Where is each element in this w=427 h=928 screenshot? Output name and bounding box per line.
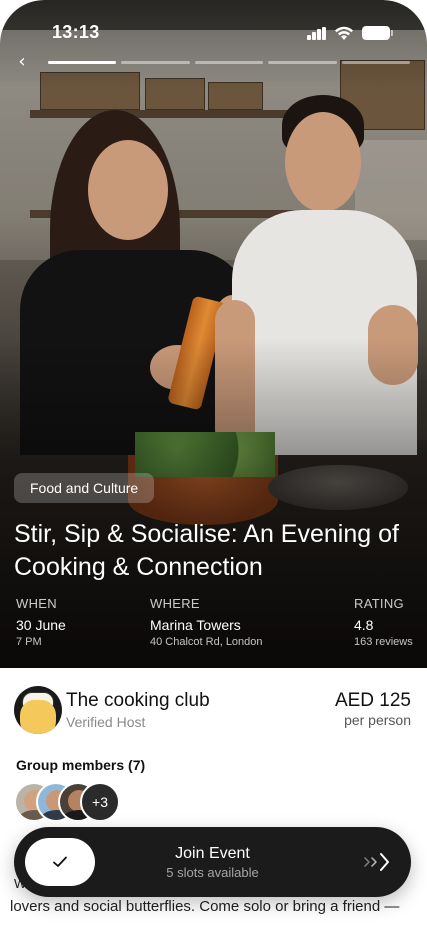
back-chevron-icon[interactable]: ‹	[12, 50, 32, 74]
rating-block[interactable]: RATING 4.8 163 reviews	[354, 596, 413, 648]
status-bar: 13:13	[0, 20, 427, 48]
rating-reviews: 163 reviews	[354, 636, 413, 648]
battery-icon	[362, 26, 393, 40]
host-avatar[interactable]	[14, 686, 62, 734]
when-time: 7 PM	[16, 636, 42, 648]
host-name[interactable]: The cooking club	[66, 690, 210, 712]
where-address: 40 Chalcot Rd, London	[150, 636, 263, 648]
event-description: lovers and social butterflies. Come solo…	[10, 898, 400, 915]
more-members-count[interactable]: +3	[80, 782, 120, 822]
double-chevron-right-icon	[364, 853, 389, 871]
price-unit: per person	[344, 712, 411, 728]
wifi-icon	[334, 25, 354, 41]
join-event-label: Join Event	[175, 845, 250, 862]
rating-label: RATING	[354, 596, 404, 611]
join-event-slider[interactable]: Join Event 5 slots available	[14, 827, 411, 897]
when-block: WHEN 30 June 7 PM	[16, 596, 66, 648]
when-value: 30 June	[16, 617, 66, 633]
signal-icon	[307, 27, 327, 40]
phone-screen: 13:13 ‹ Food and Culture Stir, Sip & Soc…	[0, 0, 427, 928]
where-label: WHERE	[150, 596, 200, 611]
story-segment	[341, 61, 411, 64]
where-value: Marina Towers	[150, 617, 241, 633]
story-segment	[48, 61, 117, 64]
group-members-label: Group members (7)	[16, 757, 146, 773]
event-title: Stir, Sip & Socialise: An Evening of Coo…	[14, 520, 399, 581]
price-amount: AED 125	[334, 690, 411, 711]
group-members-avatars[interactable]: +3	[14, 782, 134, 824]
status-time: 13:13	[52, 22, 100, 42]
story-segment	[121, 61, 190, 64]
story-segment	[194, 61, 264, 64]
story-segment	[268, 61, 337, 64]
verified-host-label: Verified Host	[66, 714, 146, 730]
event-hero-image: 13:13 ‹ Food and Culture Stir, Sip & Soc…	[0, 0, 427, 668]
story-progress	[48, 61, 411, 64]
category-badge[interactable]: Food and Culture	[14, 473, 155, 503]
where-block[interactable]: WHERE Marina Towers 40 Chalcot Rd, Londo…	[150, 596, 263, 648]
when-label: WHEN	[16, 596, 57, 611]
rating-value: 4.8	[354, 617, 374, 633]
slots-available-label: 5 slots available	[166, 865, 259, 880]
